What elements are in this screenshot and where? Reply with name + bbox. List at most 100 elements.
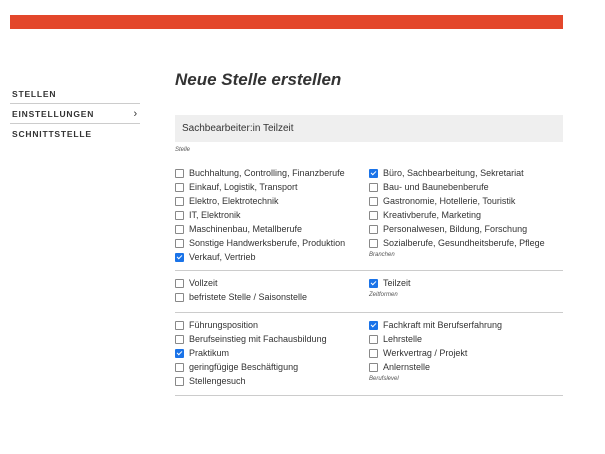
checkbox-option-maschinenbau-metallberufe[interactable]: Maschinenbau, Metallberufe (175, 222, 345, 236)
checkbox-label: Vollzeit (189, 278, 218, 288)
checkbox-option-buero-sachbearbeitung-sekretariat[interactable]: Büro, Sachbearbeitung, Sekretariat (369, 166, 545, 180)
checkbox[interactable] (175, 278, 184, 288)
checkbox[interactable] (175, 362, 184, 372)
checkbox-option-vollzeit[interactable]: Vollzeit (175, 276, 307, 290)
sidebar-item-label: SCHNITTSTELLE (12, 129, 92, 139)
checkbox[interactable] (175, 238, 184, 248)
checkbox-label: Stellengesuch (189, 376, 246, 386)
checkbox-column-left: Buchhaltung, Controlling, Finanzberufe Ei… (175, 166, 345, 264)
sidebar-item-einstellungen[interactable]: EINSTELLUNGEN › (10, 104, 140, 124)
checkbox[interactable] (175, 334, 184, 344)
checkbox[interactable] (175, 196, 184, 206)
checkbox-option-sonstige-handwerksberufe-produktion[interactable]: Sonstige Handwerksberufe, Produktion (175, 236, 345, 250)
checkbox-label: Verkauf, Vertrieb (189, 252, 256, 262)
checkbox-option-lehrstelle[interactable]: Lehrstelle (369, 332, 502, 346)
checkbox-column-left: Vollzeit befristete Stelle / Saisonstelle (175, 276, 307, 304)
job-title-label: Stelle (175, 147, 191, 153)
checkbox-label: Gastronomie, Hotellerie, Touristik (383, 196, 516, 206)
section-divider (175, 270, 563, 271)
brand-header-bar (10, 15, 563, 29)
checkbox[interactable] (175, 210, 184, 220)
checkbox-column-right: Teilzeit (369, 276, 411, 290)
checkbox[interactable] (369, 320, 378, 330)
checkbox-option-fachkraft-mit-berufserfahrung[interactable]: Fachkraft mit Berufserfahrung (369, 318, 502, 332)
checkbox[interactable] (369, 168, 378, 178)
checkbox[interactable] (369, 278, 378, 288)
checkbox-option-fuehrungsposition[interactable]: Führungsposition (175, 318, 327, 332)
checkbox-option-werkvertrag-projekt[interactable]: Werkvertrag / Projekt (369, 346, 502, 360)
checkbox-option-personalwesen-bildung-forschung[interactable]: Personalwesen, Bildung, Forschung (369, 222, 545, 236)
checkbox-option-it-elektronik[interactable]: IT, Elektronik (175, 208, 345, 222)
sidebar-item-stellen[interactable]: STELLEN (10, 84, 140, 104)
checkbox-label: befristete Stelle / Saisonstelle (189, 292, 308, 302)
sidebar-item-label: EINSTELLUNGEN (12, 108, 95, 119)
checkbox-option-teilzeit[interactable]: Teilzeit (369, 276, 411, 290)
section-label: Zeitformen (369, 292, 398, 298)
checkbox-label: Teilzeit (383, 278, 411, 288)
checkbox-option-sozialberufe-gesundheitsberufe-pflege[interactable]: Sozialberufe, Gesundheitsberufe, Pflege (369, 236, 545, 250)
checkbox-option-anlernstelle[interactable]: Anlernstelle (369, 360, 502, 374)
checkbox-label: Personalwesen, Bildung, Forschung (383, 224, 528, 234)
checkbox-option-befristete-stelle-saisonstelle[interactable]: befristete Stelle / Saisonstelle (175, 290, 307, 304)
checkbox-label: IT, Elektronik (189, 210, 241, 220)
checkbox-label: geringfügige Beschäftigung (189, 362, 299, 372)
checkbox[interactable] (175, 292, 184, 302)
checkbox-label: Lehrstelle (383, 334, 423, 344)
checkbox-label: Buchhaltung, Controlling, Finanzberufe (189, 168, 345, 178)
checkbox-option-verkauf-vertrieb[interactable]: Verkauf, Vertrieb (175, 250, 345, 264)
sidebar-nav: STELLEN EINSTELLUNGEN › SCHNITTSTELLE (10, 84, 140, 144)
checkbox[interactable] (369, 238, 378, 248)
checkbox[interactable] (369, 196, 378, 206)
checkbox-label: Praktikum (189, 348, 230, 358)
job-title-input[interactable] (175, 115, 563, 142)
checkbox[interactable] (369, 224, 378, 234)
checkbox-option-kreativberufe-marketing[interactable]: Kreativberufe, Marketing (369, 208, 545, 222)
job-form: Neue Stelle erstellen Stelle Buchhaltung… (175, 68, 563, 396)
checkbox-label: Büro, Sachbearbeitung, Sekretariat (383, 168, 524, 178)
checkbox[interactable] (369, 210, 378, 220)
checkbox-label: Führungsposition (189, 320, 259, 330)
checkbox-option-einkauf-logistik-transport[interactable]: Einkauf, Logistik, Transport (175, 180, 345, 194)
sidebar-item-schnittstelle[interactable]: SCHNITTSTELLE (10, 124, 140, 144)
checkbox-column-right: Büro, Sachbearbeitung, Sekretariat Bau- u… (369, 166, 545, 250)
checkbox-label: Kreativberufe, Marketing (383, 210, 482, 220)
checkbox-option-buchhaltung-controlling-finanzberufe[interactable]: Buchhaltung, Controlling, Finanzberufe (175, 166, 345, 180)
checkbox[interactable] (369, 348, 378, 358)
checkbox[interactable] (369, 182, 378, 192)
checkbox-label: Elektro, Elektrotechnik (189, 196, 279, 206)
checkbox-label: Maschinenbau, Metallberufe (189, 224, 303, 234)
checkbox-option-bau-und-baunebenberufe[interactable]: Bau- und Baunebenberufe (369, 180, 545, 194)
checkbox[interactable] (175, 252, 184, 262)
checkbox[interactable] (175, 224, 184, 234)
checkbox[interactable] (369, 334, 378, 344)
checkbox-label: Bau- und Baunebenberufe (383, 182, 489, 192)
checkbox-option-elektro-elektrotechnik[interactable]: Elektro, Elektrotechnik (175, 194, 345, 208)
checkbox[interactable] (175, 182, 184, 192)
checkbox-label: Sonstige Handwerksberufe, Produktion (189, 238, 346, 248)
checkbox[interactable] (175, 376, 184, 386)
checkbox-column-left: Führungsposition Berufseinstieg mit Facha… (175, 318, 327, 388)
checkbox-label: Einkauf, Logistik, Transport (189, 182, 298, 192)
sidebar-item-label: STELLEN (12, 88, 57, 99)
checkbox-option-stellengesuch[interactable]: Stellengesuch (175, 374, 327, 388)
checkbox[interactable] (175, 320, 184, 330)
checkbox[interactable] (369, 362, 378, 372)
chevron-right-icon: › (133, 107, 138, 120)
section-divider (175, 312, 563, 313)
page-title: Neue Stelle erstellen (175, 70, 342, 89)
checkbox-option-geringfuegige-beschaeftigung[interactable]: geringfügige Beschäftigung (175, 360, 327, 374)
checkbox-option-gastronomie-hotellerie-touristik[interactable]: Gastronomie, Hotellerie, Touristik (369, 194, 545, 208)
checkbox-option-berufseinstieg-mit-fachausbildung[interactable]: Berufseinstieg mit Fachausbildung (175, 332, 327, 346)
checkbox-label: Fachkraft mit Berufserfahrung (383, 320, 503, 330)
checkbox-label: Berufseinstieg mit Fachausbildung (189, 334, 327, 344)
checkbox[interactable] (175, 348, 184, 358)
section-label: Berufslevel (369, 376, 399, 382)
checkbox[interactable] (175, 168, 184, 178)
checkbox-label: Werkvertrag / Projekt (383, 348, 468, 358)
checkbox-label: Sozialberufe, Gesundheitsberufe, Pflege (383, 238, 545, 248)
section-label: Branchen (369, 252, 395, 258)
section-divider (175, 395, 563, 396)
checkbox-label: Anlernstelle (383, 362, 431, 372)
checkbox-option-praktikum[interactable]: Praktikum (175, 346, 327, 360)
checkbox-column-right: Fachkraft mit Berufserfahrung Lehrstelle W… (369, 318, 502, 374)
